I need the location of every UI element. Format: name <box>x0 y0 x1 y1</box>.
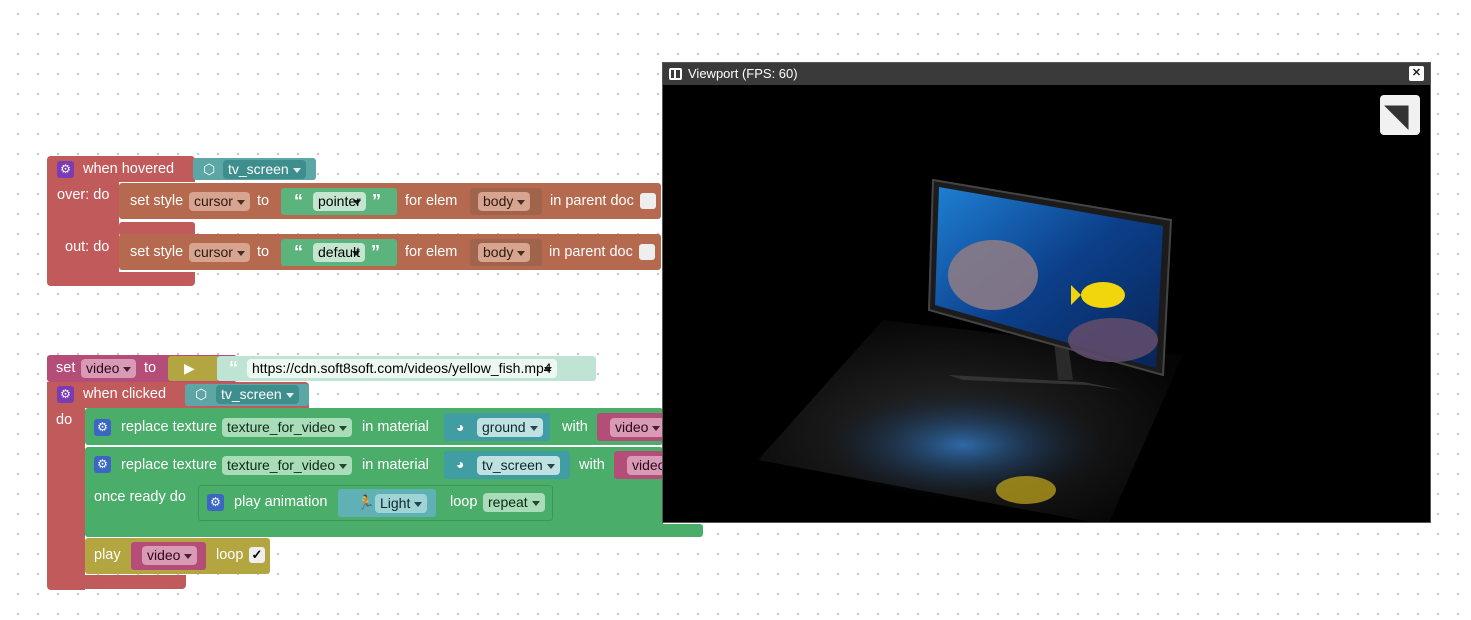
gear-icon[interactable]: ⚙ <box>57 386 74 403</box>
viewport-titlebar[interactable]: Viewport (FPS: 60) ✕ <box>663 63 1430 85</box>
object-dropdown[interactable]: tv_screen <box>216 385 299 404</box>
to-label: to <box>144 360 157 376</box>
set-style-label: set style <box>130 193 184 209</box>
replace-texture-label: replace texture <box>121 419 217 435</box>
property-dropdown[interactable]: cursor <box>189 243 250 262</box>
video-var-dropdown[interactable]: video <box>627 456 663 475</box>
close-icon[interactable]: ✕ <box>1409 66 1424 81</box>
screen-reflection <box>823 390 1103 500</box>
set-label: set <box>56 360 76 376</box>
replace-texture-label: replace texture <box>121 457 217 473</box>
object-dropdown[interactable]: tv_screen <box>223 160 306 179</box>
property-dropdown[interactable]: cursor <box>189 192 250 211</box>
open-quote-icon: “ <box>294 191 303 211</box>
for-elem-label: for elem <box>405 193 458 209</box>
video-camera-icon: ▶ <box>184 360 195 376</box>
fish-reflection <box>996 476 1056 504</box>
video-var-block[interactable]: video <box>614 451 663 479</box>
text-value[interactable]: default <box>313 243 366 262</box>
url-field[interactable]: https://cdn.soft8soft.com/videos/yellow_… <box>247 359 557 378</box>
loop-mode-dropdown[interactable]: repeat <box>483 493 545 512</box>
material-sphere-icon: ◕ <box>456 419 465 435</box>
out-label: out: do <box>65 239 110 255</box>
close-quote-icon: ” <box>372 191 381 211</box>
for-elem-label: for elem <box>405 244 458 260</box>
in-parent-label: in parent doc <box>549 244 633 260</box>
animation-dropdown[interactable]: Light <box>375 494 428 513</box>
material-dropdown[interactable]: tv_screen <box>477 456 560 475</box>
parent-doc-checkbox[interactable] <box>639 244 655 260</box>
yellow-fish <box>1081 282 1125 308</box>
close-quote-icon: ” <box>371 242 380 262</box>
play-label: play <box>94 547 121 563</box>
elem-dropdown[interactable]: body <box>478 192 531 211</box>
with-label: with <box>562 419 588 435</box>
loop-label: loop <box>216 547 244 563</box>
once-ready-label: once ready do <box>94 489 186 505</box>
open-quote-icon: “ <box>229 358 238 378</box>
in-material-label: in material <box>362 419 429 435</box>
loop-label: loop <box>450 494 478 510</box>
coral-reef <box>1068 318 1158 362</box>
variable-dropdown[interactable]: video <box>81 359 137 378</box>
gear-icon[interactable]: ⚙ <box>207 494 224 511</box>
video-var-dropdown[interactable]: video <box>610 418 666 437</box>
gear-icon[interactable]: ⚙ <box>94 456 111 473</box>
video-var-dropdown[interactable]: video <box>142 546 198 565</box>
with-label: with <box>579 457 605 473</box>
set-style-label: set style <box>130 244 184 260</box>
running-figure-icon: 🏃 <box>357 494 375 510</box>
open-quote-icon: “ <box>294 242 303 262</box>
elem-dropdown[interactable]: body <box>478 243 531 262</box>
parent-doc-checkbox[interactable] <box>640 193 656 209</box>
to-label: to <box>257 193 270 209</box>
event-label: when clicked <box>83 386 167 402</box>
in-material-label: in material <box>362 457 429 473</box>
cube-icon: ⬡ <box>195 386 208 402</box>
coral <box>948 240 1038 310</box>
event-label: when hovered <box>83 161 175 177</box>
texture-dropdown[interactable]: texture_for_video <box>222 456 353 475</box>
viewport-title: Viewport (FPS: 60) <box>688 66 798 81</box>
scene-render[interactable] <box>663 85 1430 522</box>
do-label: do <box>56 412 73 428</box>
over-label: over: do <box>57 187 110 203</box>
to-label: to <box>257 244 270 260</box>
viewport-window[interactable]: Viewport (FPS: 60) ✕ ◥ <box>662 62 1431 523</box>
gear-icon[interactable]: ⚙ <box>57 161 74 178</box>
material-dropdown[interactable]: ground <box>477 418 543 437</box>
panel-icon-divider <box>674 68 676 80</box>
texture-dropdown[interactable]: texture_for_video <box>222 418 353 437</box>
material-sphere-icon: ◕ <box>456 456 465 472</box>
cube-icon: ⬡ <box>203 161 216 177</box>
text-value[interactable]: pointer <box>313 192 366 211</box>
loop-checkbox[interactable]: ✓ <box>249 547 265 563</box>
play-animation-label: play animation <box>234 494 328 510</box>
in-parent-label: in parent doc <box>550 193 634 209</box>
gear-icon[interactable]: ⚙ <box>94 419 111 436</box>
